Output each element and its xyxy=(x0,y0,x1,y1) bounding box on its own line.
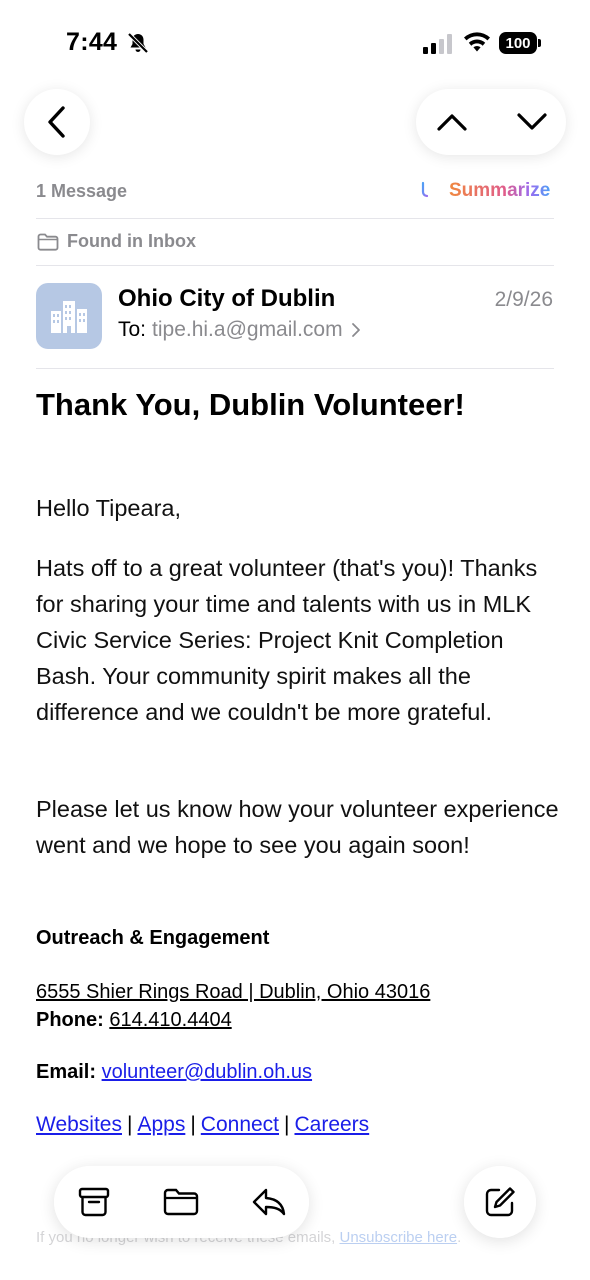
email-link[interactable]: volunteer@dublin.oh.us xyxy=(102,1061,312,1083)
careers-link[interactable]: Careers xyxy=(294,1113,369,1136)
link-separator: | xyxy=(126,1113,133,1136)
previous-message-button[interactable] xyxy=(432,102,472,142)
compose-icon xyxy=(485,1187,515,1217)
phone-row: Phone: 614.410.4404 xyxy=(36,1009,232,1032)
compose-button[interactable] xyxy=(464,1166,536,1238)
phone-link[interactable]: 614.410.4404 xyxy=(109,1009,231,1031)
archive-icon xyxy=(78,1187,110,1217)
unsubscribe-link[interactable]: Unsubscribe here xyxy=(340,1229,458,1246)
status-time: 7:44 xyxy=(66,28,118,56)
footer-end: . xyxy=(457,1229,462,1246)
avatar[interactable] xyxy=(36,283,102,349)
recipients-row[interactable]: To: tipe.hi.a@gmail.com xyxy=(118,318,361,342)
email-greeting: Hello Tipeara, xyxy=(36,495,181,521)
email-label: Email: xyxy=(36,1061,97,1083)
to-label: To: xyxy=(118,318,147,341)
back-button[interactable] xyxy=(24,89,90,155)
link-separator: | xyxy=(190,1113,196,1136)
chevron-left-icon xyxy=(48,106,65,138)
address-link[interactable]: 6555 Shier Rings Road | Dublin, Ohio 430… xyxy=(36,981,430,1004)
summarize-button[interactable]: Summarize xyxy=(421,180,550,202)
divider xyxy=(36,265,554,266)
reply-button[interactable] xyxy=(249,1182,289,1222)
message-count: 1 Message xyxy=(36,181,128,201)
bell-slash-icon xyxy=(127,32,149,54)
wifi-icon xyxy=(464,32,490,52)
divider xyxy=(36,218,554,219)
email-row: Email: volunteer@dublin.oh.us xyxy=(36,1061,312,1084)
link-separator: | xyxy=(284,1113,290,1136)
found-in-label: Found in Inbox xyxy=(67,231,196,251)
building-icon xyxy=(51,301,87,333)
phone-label: Phone: xyxy=(36,1009,104,1031)
recipient-address: tipe.hi.a@gmail.com xyxy=(152,318,343,341)
message-date: 2/9/26 xyxy=(494,288,553,311)
move-to-folder-button[interactable] xyxy=(161,1182,201,1222)
apps-link[interactable]: Apps xyxy=(137,1113,185,1136)
connect-link[interactable]: Connect xyxy=(201,1113,279,1136)
folder-icon xyxy=(37,233,59,251)
bottom-toolbar xyxy=(54,1166,309,1238)
chevron-up-icon xyxy=(437,114,467,131)
footer-links: Websites | Apps | Connect | Careers xyxy=(36,1113,369,1137)
summarize-icon xyxy=(421,181,443,198)
battery-icon: 100 xyxy=(499,32,543,54)
sender-name[interactable]: Ohio City of Dublin xyxy=(118,285,335,313)
email-paragraph: Please let us know how your volunteer ex… xyxy=(36,796,559,858)
chevron-down-icon xyxy=(517,113,547,130)
reply-icon xyxy=(252,1188,286,1216)
status-bar: 7:44 100 xyxy=(0,0,590,90)
message-navigation xyxy=(416,89,566,155)
chevron-right-icon xyxy=(351,323,360,337)
battery-level: 100 xyxy=(499,32,537,54)
summarize-label: Summarize xyxy=(449,180,551,201)
folder-icon xyxy=(163,1188,199,1216)
divider xyxy=(36,368,554,369)
email-paragraph: Hats off to a great volunteer (that's yo… xyxy=(36,555,538,725)
websites-link[interactable]: Websites xyxy=(36,1113,122,1136)
next-message-button[interactable] xyxy=(512,102,552,142)
email-subject: Thank You, Dublin Volunteer! xyxy=(36,387,465,422)
found-in-mailbox[interactable]: Found in Inbox xyxy=(37,231,196,252)
signature-title: Outreach & Engagement xyxy=(36,927,270,949)
signal-icon xyxy=(423,34,452,54)
archive-button[interactable] xyxy=(74,1182,114,1222)
